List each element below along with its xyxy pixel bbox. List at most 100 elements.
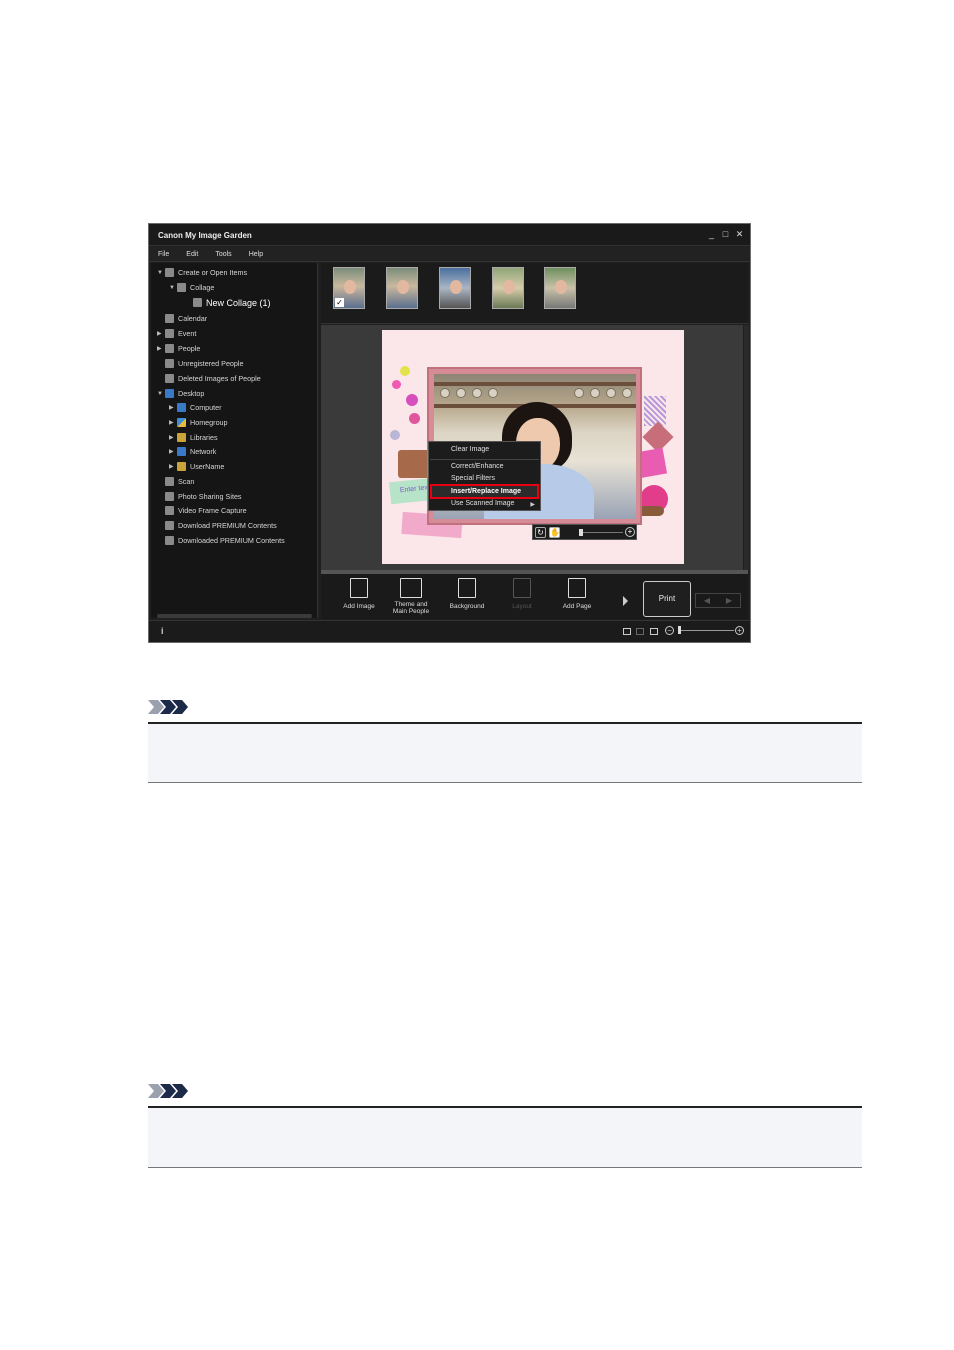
add-image-button[interactable]: Add Image (335, 578, 383, 618)
sidebar-item-libraries[interactable]: ▶ Libraries (169, 431, 218, 444)
zoom-in-icon[interactable]: + (625, 527, 635, 537)
collapse-arrow-icon[interactable]: ▶ (169, 448, 177, 455)
thumbnail-image[interactable]: ✓ (333, 267, 365, 309)
collapse-arrow-icon[interactable]: ▶ (169, 404, 177, 411)
single-view-icon[interactable] (623, 628, 631, 635)
sidebar-item-label: People (178, 344, 201, 353)
sidebar-item-video-frame-capture[interactable]: Video Frame Capture (165, 504, 247, 517)
sidebar-item-label: Network (190, 447, 217, 456)
zoom-track[interactable] (679, 630, 734, 631)
menu-edit[interactable]: Edit (186, 247, 198, 261)
sidebar-item-label: Scan (178, 477, 195, 486)
sidebar-item-calendar[interactable]: Calendar (165, 312, 207, 325)
sidebar-item-people[interactable]: ▶ People (157, 342, 200, 355)
rotate-icon[interactable]: ↻ (535, 527, 546, 538)
menu-help[interactable]: Help (249, 247, 263, 261)
info-icon[interactable]: i (161, 626, 164, 636)
thumbnail-image[interactable] (386, 267, 418, 309)
zoom-in-icon[interactable]: + (735, 626, 744, 635)
sidebar-item-label: Desktop (178, 389, 205, 398)
sidebar-item-new-collage[interactable]: New Collage (1) (193, 296, 271, 309)
sidebar-item-network[interactable]: ▶ Network (169, 445, 216, 458)
collapse-arrow-icon[interactable]: ▶ (157, 345, 165, 352)
background-button[interactable]: Background (443, 578, 491, 618)
thumbnail-strip: ✓ (321, 263, 748, 324)
sidebar-scrollbar[interactable] (157, 614, 312, 618)
bottom-toolbar: Add Image Theme and Main People Backgroun… (321, 574, 748, 619)
image-zoom-track[interactable] (581, 532, 623, 533)
sidebar-item-downloaded-premium[interactable]: Downloaded PREMIUM Contents (165, 534, 285, 547)
menu-item-use-scanned-image[interactable]: Use Scanned Image (430, 498, 539, 510)
background-icon (458, 578, 476, 598)
next-arrow-icon[interactable] (623, 596, 628, 606)
thumbnail-face (450, 280, 462, 294)
add-page-button[interactable]: Add Page (553, 578, 601, 618)
fit-view-icon[interactable] (650, 628, 658, 635)
menu-item-clear-image[interactable]: Clear Image (430, 444, 539, 456)
theme-main-people-button[interactable]: Theme and Main People (387, 578, 435, 618)
create-icon (165, 268, 174, 277)
plate (590, 388, 600, 398)
collapse-arrow-icon[interactable]: ▶ (169, 419, 177, 426)
sidebar-item-desktop[interactable]: ▼ Desktop (157, 387, 204, 400)
desktop-icon (165, 389, 174, 398)
collapse-arrow-icon[interactable]: ▶ (169, 463, 177, 470)
sidebar-item-label: Video Frame Capture (178, 506, 247, 515)
print-button[interactable]: Print (643, 581, 691, 617)
pattern-decoration (644, 396, 666, 426)
window-controls: _ □ ✕ (707, 229, 744, 239)
sidebar-item-homegroup[interactable]: ▶ Homegroup (169, 416, 228, 429)
previous-page-icon[interactable]: ◀ (696, 594, 718, 607)
context-menu: Clear Image Correct/Enhance Special Filt… (428, 441, 541, 511)
close-button[interactable]: ✕ (735, 229, 744, 239)
menu-item-correct-enhance[interactable]: Correct/Enhance (430, 461, 539, 473)
check-icon[interactable]: ✓ (335, 298, 344, 307)
sidebar-item-label: Calendar (178, 314, 208, 323)
sidebar-item-scan[interactable]: Scan (165, 475, 194, 488)
canvas-vertical-scrollbar[interactable] (744, 325, 749, 570)
sidebar-item-label: Homegroup (190, 418, 228, 427)
collage-icon (177, 283, 186, 292)
plate (440, 388, 450, 398)
next-page-icon[interactable]: ▶ (718, 594, 740, 607)
sidebar-item-photo-sharing[interactable]: Photo Sharing Sites (165, 490, 242, 503)
thumbnail-image[interactable] (544, 267, 576, 309)
highlight-box (430, 484, 539, 499)
thumbnail-image[interactable] (439, 267, 471, 309)
sidebar-item-deleted-people[interactable]: Deleted Images of People (165, 372, 261, 385)
shelf (434, 382, 636, 386)
sidebar-item-collage[interactable]: ▼ Collage (169, 281, 214, 294)
layout-button[interactable]: Layout (498, 578, 546, 618)
flower-decoration (400, 366, 410, 376)
expand-arrow-icon[interactable]: ▼ (157, 270, 165, 276)
thumbnail-image[interactable] (492, 267, 524, 309)
expand-arrow-icon[interactable]: ▼ (169, 285, 177, 291)
scan-icon (165, 477, 174, 486)
collapse-arrow-icon[interactable]: ▶ (157, 330, 165, 337)
sidebar-item-create[interactable]: ▼ Create or Open Items (157, 266, 247, 279)
flower-decoration (406, 394, 418, 406)
unregistered-people-icon (165, 359, 174, 368)
collapse-arrow-icon[interactable]: ▶ (169, 434, 177, 441)
maximize-button[interactable]: □ (721, 229, 730, 239)
zoom-knob[interactable] (678, 626, 681, 634)
sidebar-item-computer[interactable]: ▶ Computer (169, 401, 222, 414)
menu-file[interactable]: File (158, 247, 169, 261)
sidebar-item-unregistered-people[interactable]: Unregistered People (165, 357, 244, 370)
thumbnail-view-icon[interactable] (636, 628, 644, 635)
sidebar-item-event[interactable]: ▶ Event (157, 327, 196, 340)
sidebar: ▼ Create or Open Items ▼ Collage New Col… (151, 263, 318, 618)
minimize-button[interactable]: _ (707, 229, 716, 239)
sidebar-item-download-premium[interactable]: Download PREMIUM Contents (165, 519, 277, 532)
sidebar-item-label: New Collage (1) (206, 297, 271, 308)
menu-tools[interactable]: Tools (215, 247, 231, 261)
submenu-arrow-icon: ▶ (530, 502, 535, 508)
sidebar-item-username[interactable]: ▶ UserName (169, 460, 224, 473)
sidebar-item-label: Downloaded PREMIUM Contents (178, 536, 285, 545)
sidebar-item-label: Unregistered People (178, 359, 244, 368)
app-window: Canon My Image Garden _ □ ✕ File Edit To… (148, 223, 751, 643)
hand-icon[interactable]: ✋ (549, 527, 560, 538)
expand-arrow-icon[interactable]: ▼ (157, 391, 165, 397)
image-zoom-knob[interactable] (579, 529, 583, 536)
zoom-out-icon[interactable]: − (665, 626, 674, 635)
